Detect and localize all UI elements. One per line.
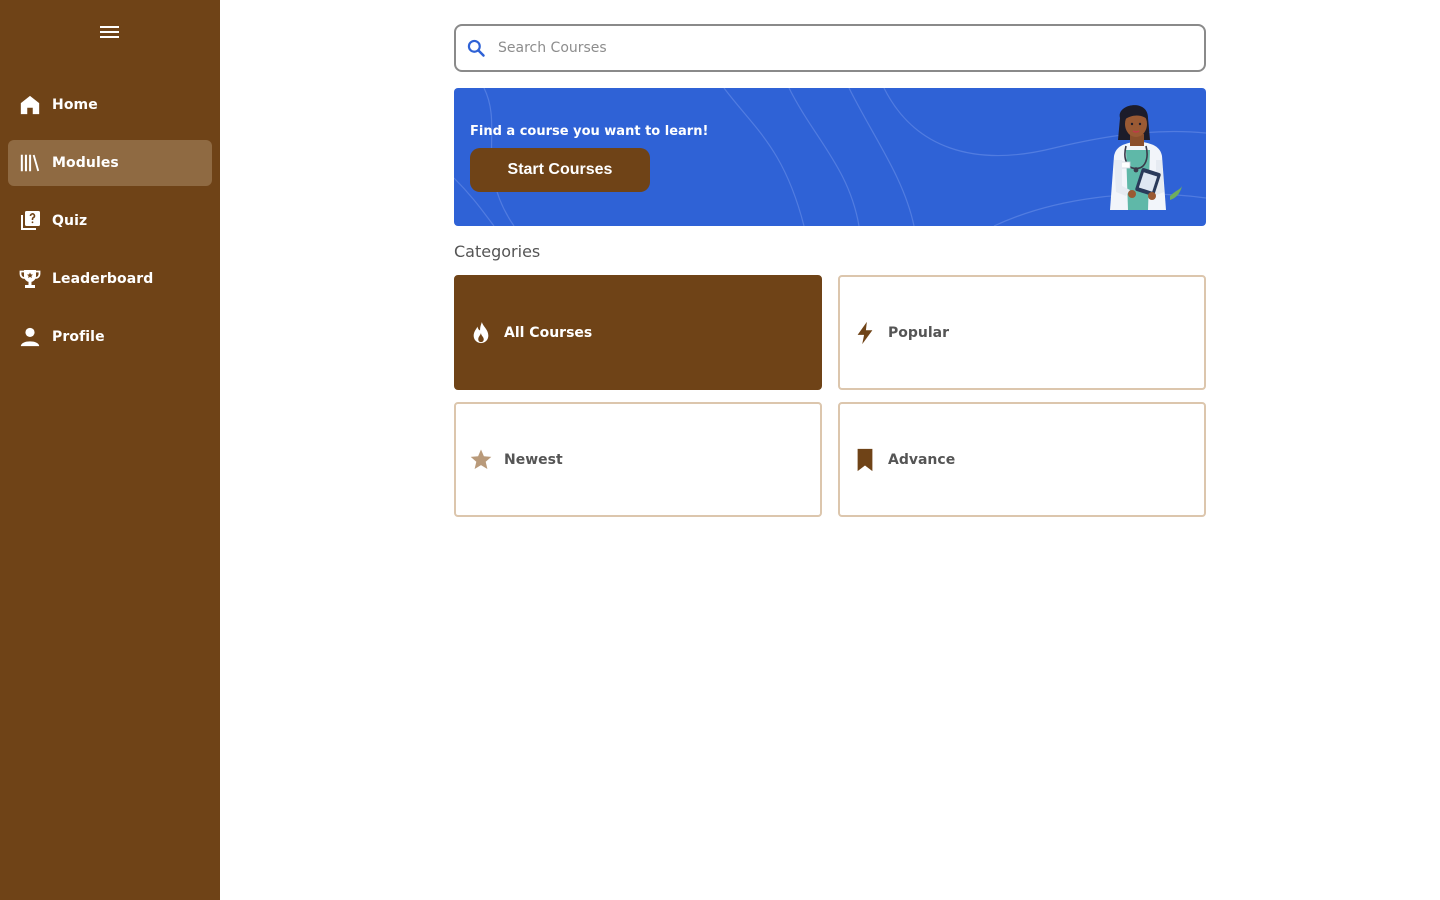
category-label: All Courses <box>504 324 593 341</box>
promo-banner: Find a course you want to learn! Start C… <box>454 88 1206 226</box>
sidebar-item-label: Quiz <box>52 213 88 229</box>
quiz-icon <box>18 209 42 233</box>
sidebar-item-label: Home <box>52 97 98 113</box>
categories-title: Categories <box>454 242 541 261</box>
library-icon <box>18 151 42 175</box>
sidebar-item-modules[interactable]: Modules <box>8 140 212 186</box>
trophy-icon <box>18 267 42 291</box>
fire-icon <box>468 320 494 346</box>
home-icon <box>18 93 42 117</box>
sidebar-item-label: Modules <box>52 155 119 171</box>
category-label: Popular <box>888 324 950 341</box>
banner-text: Find a course you want to learn! <box>470 124 709 139</box>
search-icon <box>466 38 486 58</box>
category-card-advance[interactable]: Advance <box>838 402 1206 517</box>
category-label: Advance <box>888 451 956 468</box>
category-card-newest[interactable]: Newest <box>454 402 822 517</box>
category-label: Newest <box>504 451 563 468</box>
sidebar-item-home[interactable]: Home <box>8 82 212 128</box>
sidebar: Home Modules Quiz Leaderboard Profile <box>0 0 220 900</box>
category-card-all-courses[interactable]: All Courses <box>454 275 822 390</box>
search-input[interactable] <box>498 40 1138 56</box>
sidebar-item-profile[interactable]: Profile <box>8 314 212 360</box>
sidebar-item-label: Leaderboard <box>52 271 154 287</box>
person-icon <box>18 325 42 349</box>
doctor-illustration <box>1110 105 1182 210</box>
search-bar[interactable] <box>454 24 1206 72</box>
hamburger-menu-icon[interactable] <box>98 22 122 42</box>
sidebar-item-leaderboard[interactable]: Leaderboard <box>8 256 212 302</box>
start-courses-button[interactable]: Start Courses <box>470 148 650 192</box>
sidebar-item-label: Profile <box>52 329 105 345</box>
sidebar-item-quiz[interactable]: Quiz <box>8 198 212 244</box>
star-icon <box>468 447 494 473</box>
category-card-popular[interactable]: Popular <box>838 275 1206 390</box>
lightning-icon <box>852 320 878 346</box>
bookmark-icon <box>852 447 878 473</box>
